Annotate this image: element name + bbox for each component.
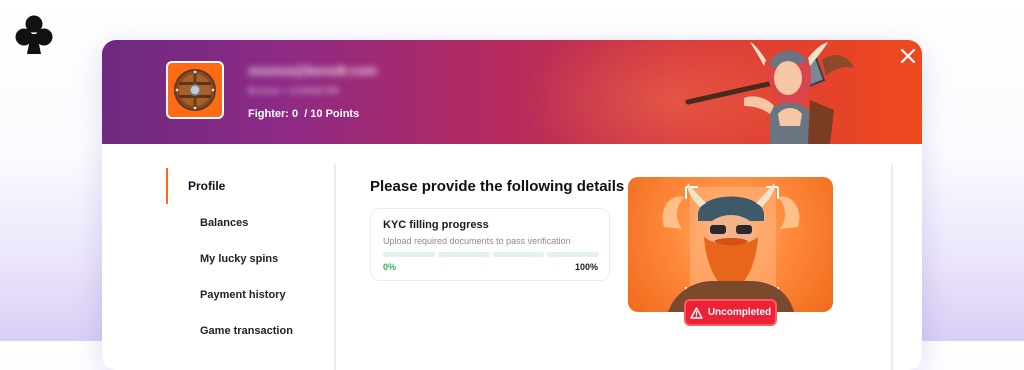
progress-segment — [547, 252, 599, 257]
close-icon[interactable] — [898, 46, 918, 66]
sidebar-item-payment-history[interactable]: Payment history — [166, 277, 286, 313]
status-badge: Uncompleted — [684, 299, 777, 326]
profile-modal: snoova@boredt.com Bronze • 123456789 Fig… — [102, 40, 922, 370]
warrior-illustration — [685, 42, 854, 144]
profile-banner: snoova@boredt.com Bronze • 123456789 Fig… — [102, 40, 922, 144]
page-title: Please provide the following details — [370, 178, 625, 195]
sidebar-item-profile[interactable]: Profile — [166, 168, 225, 204]
fighter-total: / 10 Points — [304, 108, 360, 120]
kyc-title: KYC filling progress — [383, 219, 489, 231]
shield-icon — [174, 69, 216, 111]
user-id: Bronze • 123456789 — [248, 86, 339, 97]
club-icon[interactable] — [12, 12, 56, 56]
sidebar-item-balances[interactable]: Balances — [166, 205, 248, 241]
fighter-points: Fighter: 0 / 10 Points — [248, 108, 362, 120]
progress-segment — [492, 252, 545, 257]
viking-illustration — [662, 183, 800, 312]
sidebar-item-game-transaction[interactable]: Game transaction — [166, 313, 293, 349]
sidebar-item-lucky-spins[interactable]: My lucky spins — [166, 241, 278, 277]
kyc-progress-bar — [383, 252, 599, 257]
viking-portrait — [628, 177, 833, 312]
avatar[interactable] — [166, 61, 224, 119]
sidebar-divider — [334, 164, 336, 370]
kyc-progress-card: KYC filling progress Upload required doc… — [370, 208, 610, 281]
progress-max-label: 100% — [574, 262, 598, 272]
progress-segment — [437, 252, 490, 257]
fighter-label: Fighter: 0 — [248, 108, 299, 120]
user-email: snoova@boredt.com — [248, 63, 377, 78]
progress-segment — [383, 252, 435, 257]
status-badge-label: Uncompleted — [707, 307, 772, 318]
warning-triangle-icon — [690, 306, 703, 319]
content-divider — [891, 164, 893, 370]
kyc-description: Upload required documents to pass verifi… — [383, 236, 571, 246]
progress-min-label: 0% — [383, 262, 397, 272]
